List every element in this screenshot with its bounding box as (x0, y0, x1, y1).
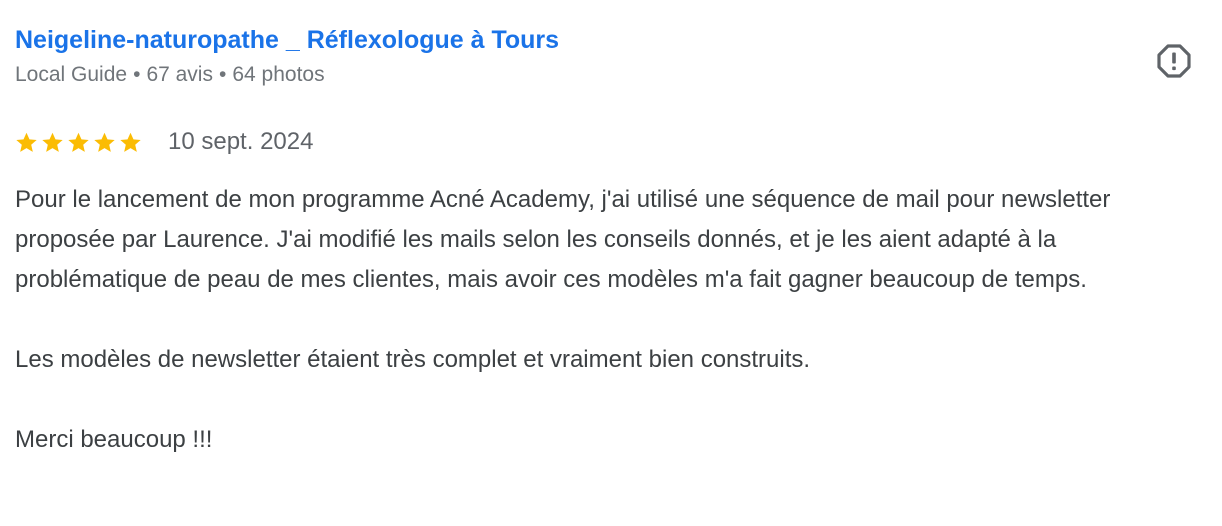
local-guide-badge: Local Guide (15, 63, 128, 86)
photo-count: 64 photos (232, 63, 325, 86)
review-paragraph: Merci beaucoup !!! (15, 426, 213, 453)
star-rating (15, 131, 142, 154)
rating-row: 10 sept. 2024 (15, 124, 1205, 160)
star-icon (120, 132, 141, 152)
report-flag-icon (1157, 44, 1191, 78)
review-text: Pour le lancement de mon programme Acné … (15, 180, 1205, 460)
author-meta: Local Guide • 67 avis • 64 photos (15, 60, 1205, 90)
meta-separator: • (133, 63, 141, 86)
review-paragraph: Pour le lancement de mon programme Acné … (15, 186, 1111, 293)
review-date: 10 sept. 2024 (168, 128, 314, 155)
star-icon (94, 132, 115, 152)
review-card: Neigeline-naturopathe _ Réflexologue à T… (15, 22, 1205, 460)
star-icon (42, 132, 63, 152)
review-paragraph: Les modèles de newsletter étaient très c… (15, 346, 811, 373)
author-name-link[interactable]: Neigeline-naturopathe _ Réflexologue à T… (15, 22, 559, 58)
review-count: 67 avis (146, 63, 213, 86)
meta-separator: • (218, 63, 227, 86)
star-icon (16, 132, 37, 152)
star-icon (68, 132, 89, 152)
report-review-button[interactable] (1155, 42, 1193, 80)
